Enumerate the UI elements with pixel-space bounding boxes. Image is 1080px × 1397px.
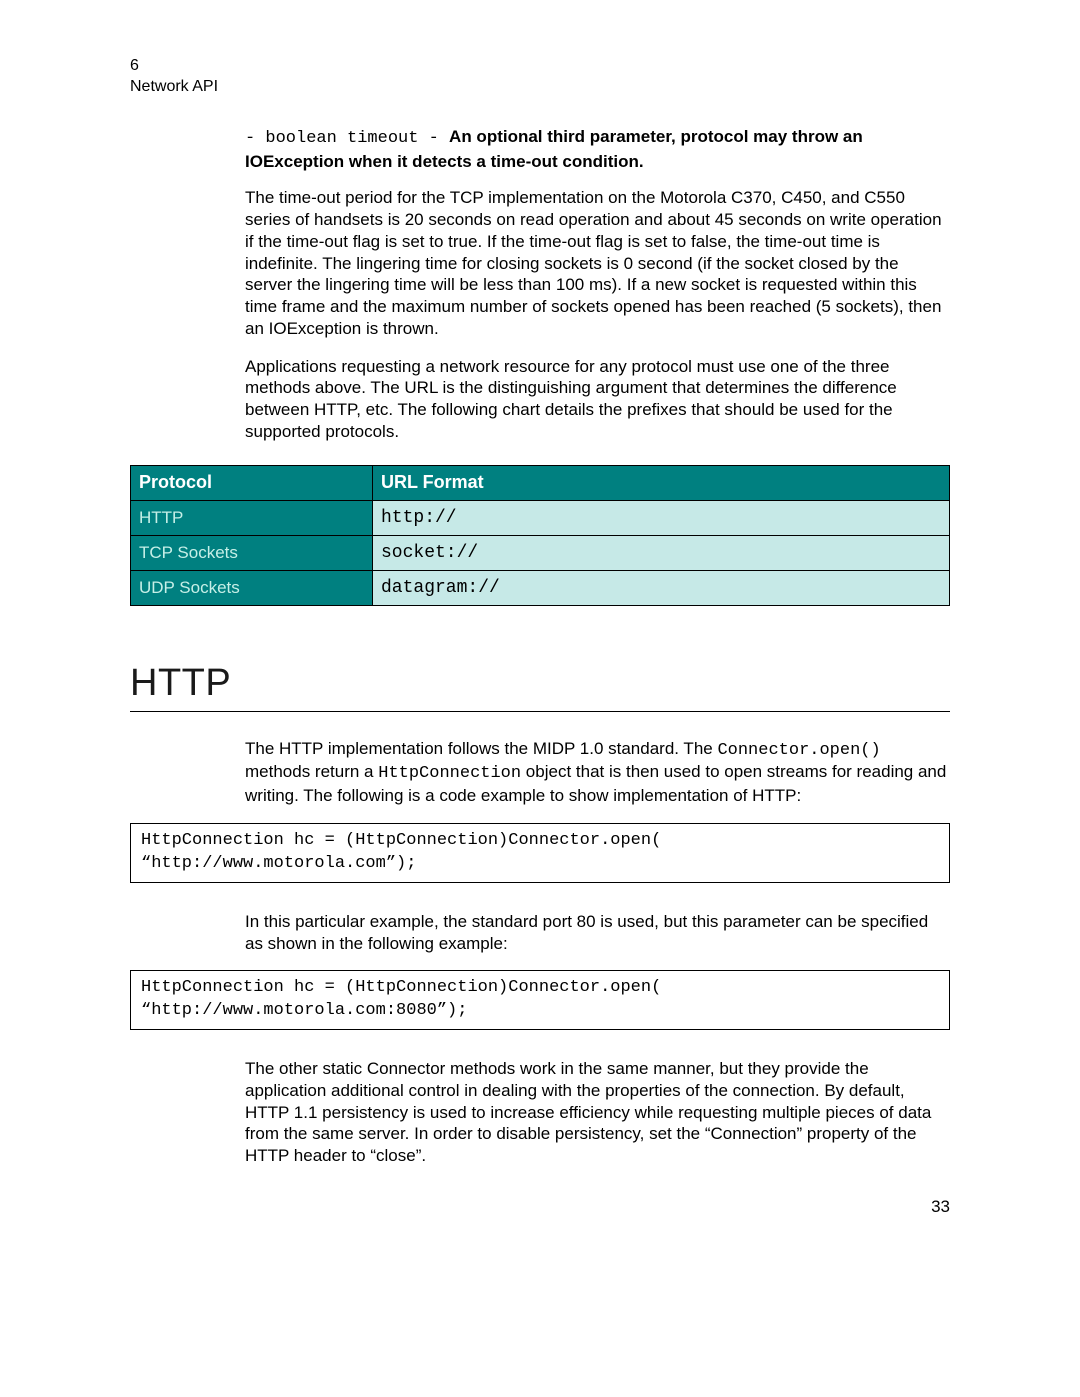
content-column: In this particular example, the standard…: [245, 911, 950, 955]
table-cell: socket://: [373, 535, 950, 570]
inline-code: Connector.open(): [717, 741, 880, 760]
text-run: methods return a: [245, 762, 378, 781]
table-cell: UDP Sockets: [131, 570, 373, 605]
protocol-table: Protocol URL Format HTTP http:// TCP Soc…: [130, 465, 950, 606]
bullet-item: - boolean timeout - An optional third pa…: [245, 126, 950, 174]
table-header-cell: URL Format: [373, 465, 950, 500]
table-cell: TCP Sockets: [131, 535, 373, 570]
page-header: 6 Network API: [130, 56, 950, 98]
section-heading: HTTP: [130, 662, 950, 712]
table-cell: HTTP: [131, 500, 373, 535]
paragraph: In this particular example, the standard…: [245, 911, 950, 955]
content-column: The other static Connector methods work …: [245, 1058, 950, 1167]
table-header-row: Protocol URL Format: [131, 465, 950, 500]
inline-code: HttpConnection: [378, 764, 521, 783]
bullet-dash: -: [245, 129, 265, 148]
table-cell: datagram://: [373, 570, 950, 605]
content-column: - boolean timeout - An optional third pa…: [245, 126, 950, 443]
text-run: The HTTP implementation follows the MIDP…: [245, 739, 717, 758]
table-row: HTTP http://: [131, 500, 950, 535]
table-header-cell: Protocol: [131, 465, 373, 500]
content-column: The HTTP implementation follows the MIDP…: [245, 738, 950, 807]
table-row: UDP Sockets datagram://: [131, 570, 950, 605]
paragraph: The time-out period for the TCP implemen…: [245, 187, 950, 339]
code-block: HttpConnection hc = (HttpConnection)Conn…: [130, 970, 950, 1030]
chapter-number: 6: [130, 56, 950, 77]
document-page: 6 Network API - boolean timeout - An opt…: [0, 0, 1080, 1397]
paragraph: The other static Connector methods work …: [245, 1058, 950, 1167]
table-row: TCP Sockets socket://: [131, 535, 950, 570]
inline-code: boolean timeout: [265, 129, 418, 148]
paragraph: The HTTP implementation follows the MIDP…: [245, 738, 950, 807]
table-cell: http://: [373, 500, 950, 535]
bullet-dash: -: [418, 129, 449, 148]
page-number: 33: [931, 1197, 950, 1217]
paragraph: Applications requesting a network resour…: [245, 356, 950, 443]
chapter-title: Network API: [130, 77, 950, 98]
code-block: HttpConnection hc = (HttpConnection)Conn…: [130, 823, 950, 883]
